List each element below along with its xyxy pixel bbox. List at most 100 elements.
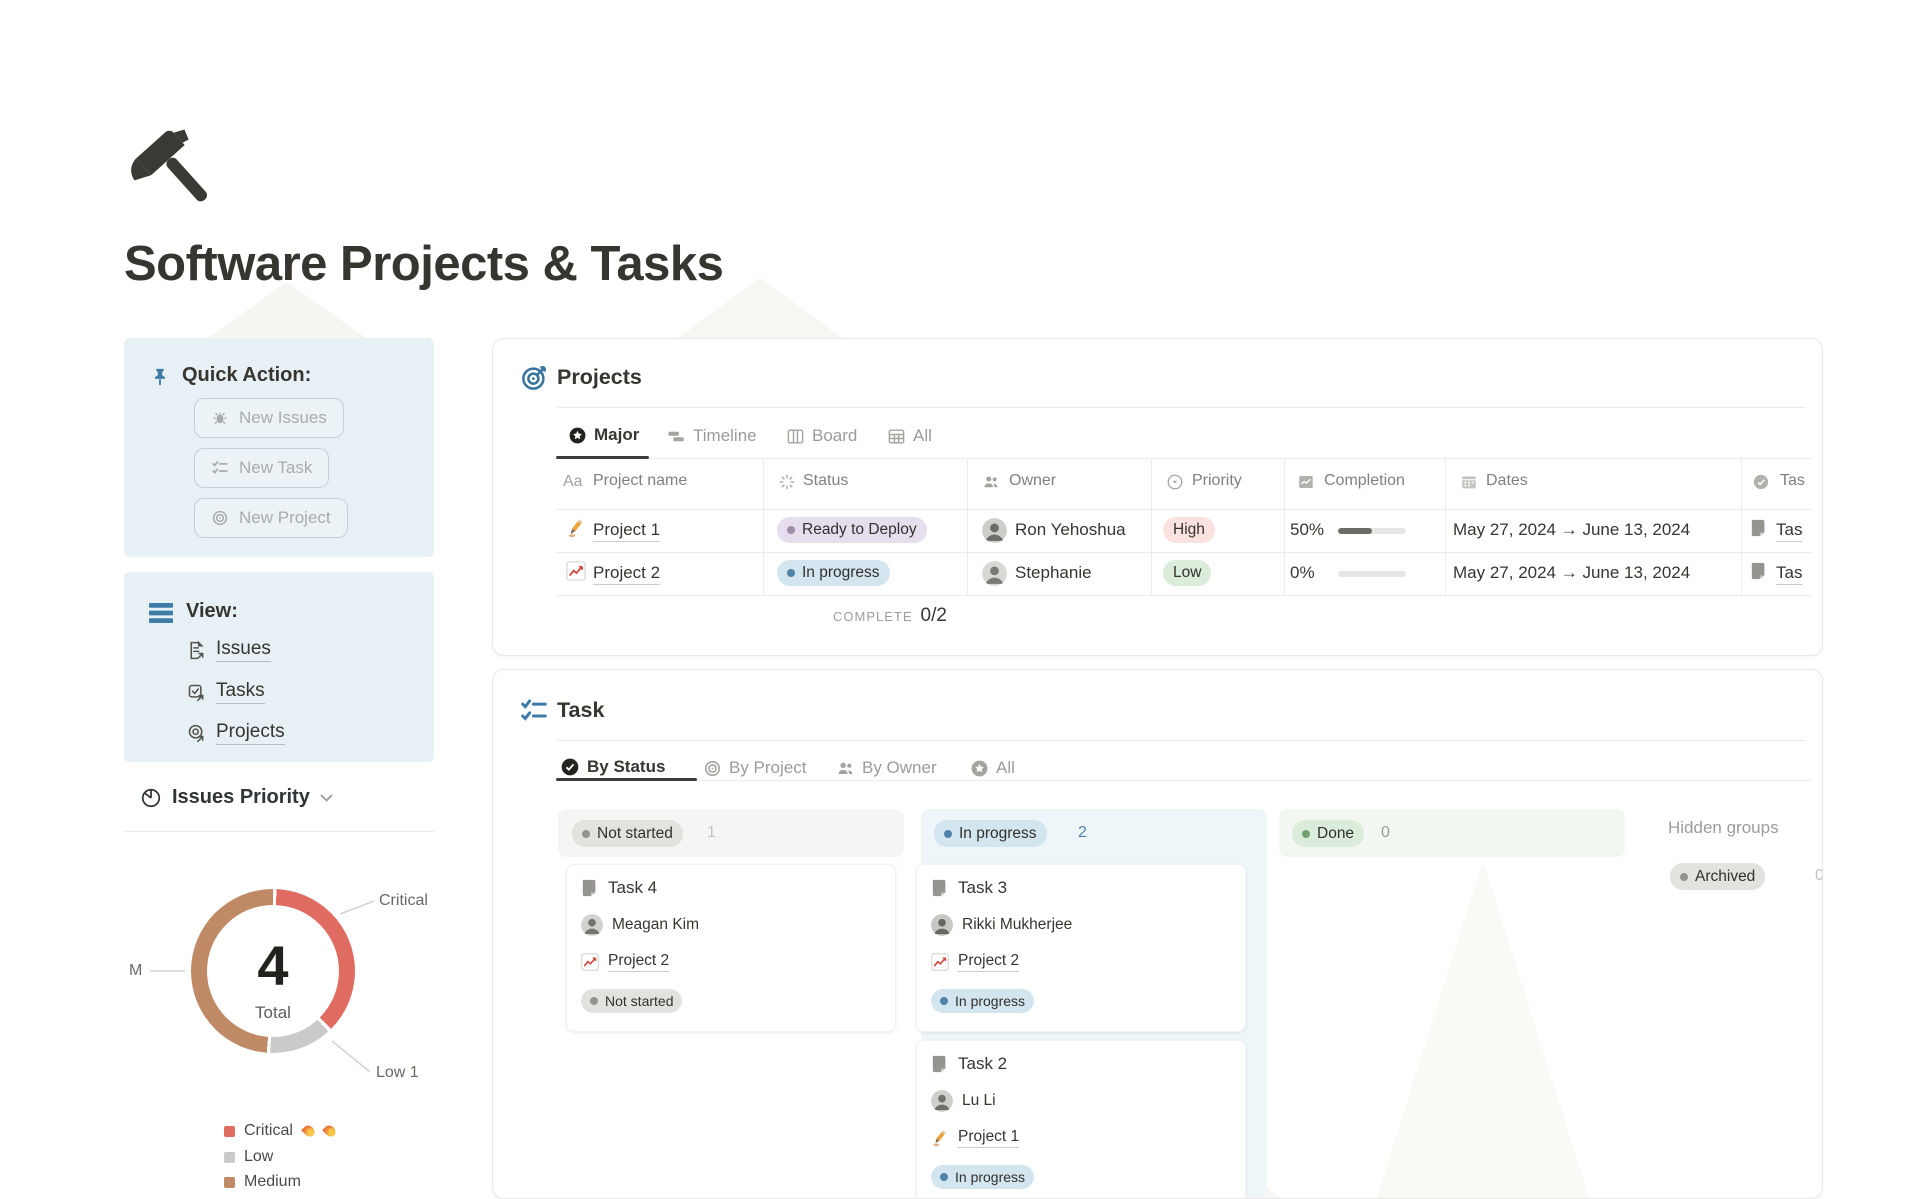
col-tasks[interactable]: Tas: [1780, 472, 1805, 490]
flame-icon: [301, 1123, 317, 1139]
status-pill[interactable]: Ready to Deploy: [777, 517, 927, 543]
task-card[interactable]: Task 4 Meagan Kim Project 2 Not started: [566, 864, 896, 1032]
page-icon: [581, 878, 599, 898]
sidebar-link-issues[interactable]: Issues: [186, 638, 271, 662]
task-project-link[interactable]: Project 2: [958, 952, 1019, 972]
col-completion[interactable]: Completion: [1324, 472, 1405, 490]
avatar: [982, 518, 1007, 543]
task-relation-link[interactable]: Tas: [1776, 563, 1802, 585]
sidebar-link-projects[interactable]: Projects: [186, 721, 285, 745]
tab-all[interactable]: All: [970, 758, 1015, 778]
tab-all-label: All: [913, 426, 932, 446]
task-card-title[interactable]: Task 3: [958, 878, 1007, 898]
chevron-down-icon: [320, 794, 333, 802]
tab-timeline[interactable]: Timeline: [667, 426, 757, 446]
column-header-in-progress[interactable]: In progress: [934, 820, 1047, 847]
tab-board[interactable]: Board: [786, 426, 857, 446]
priority-icon: [1166, 473, 1184, 491]
donut-label-medium: M: [129, 962, 142, 980]
legend-item-low: Low: [224, 1148, 273, 1166]
quick-action-callout: Quick Action: New Issues New Task New: [124, 338, 434, 557]
completion-value: 0%: [1290, 563, 1315, 583]
page-icon: [1750, 561, 1768, 581]
checklist-icon: [519, 696, 549, 726]
task-card-title[interactable]: Task 4: [608, 878, 657, 898]
col-owner[interactable]: Owner: [1009, 472, 1056, 490]
project-link[interactable]: Project 1: [593, 520, 660, 542]
issues-priority-label: Issues Priority: [172, 786, 310, 809]
column-count: 0: [1381, 824, 1390, 842]
new-task-button[interactable]: New Task: [194, 448, 329, 488]
tab-by-project-label: By Project: [729, 758, 806, 778]
column-count: 2: [1078, 824, 1087, 842]
menu-icon: [149, 603, 173, 623]
task-card-title[interactable]: Task 2: [958, 1054, 1007, 1074]
status-dot: [590, 997, 598, 1005]
tab-all[interactable]: All: [887, 426, 932, 446]
page-icon: [931, 1054, 949, 1074]
legend-swatch-medium: [224, 1177, 235, 1188]
tasks-link-label: Tasks: [216, 680, 265, 704]
chart-increasing-icon: [931, 953, 949, 971]
owner-name[interactable]: Ron Yehoshua: [1015, 520, 1126, 540]
col-project-name[interactable]: Project name: [593, 472, 687, 490]
page-title: Software Projects & Tasks: [124, 236, 723, 292]
task-card[interactable]: Task 2 Lu Li Project 1 I: [916, 1040, 1246, 1199]
task-owner: Meagan Kim: [612, 916, 699, 934]
status-burst-icon: [778, 473, 796, 491]
status-pill[interactable]: In progress: [777, 560, 890, 586]
completion-chart-icon: [1297, 473, 1315, 491]
status-dot: [787, 569, 795, 577]
avatar: [982, 561, 1007, 586]
complete-value: 0/2: [921, 605, 947, 627]
dates-value[interactable]: May 27, 2024 → June 13, 2024: [1453, 520, 1690, 540]
task-project-link[interactable]: Project 2: [608, 952, 669, 972]
tab-by-status[interactable]: By Status: [560, 757, 665, 777]
priority-pill[interactable]: High: [1163, 517, 1215, 543]
status-dot: [940, 1173, 948, 1181]
target-icon: [211, 509, 229, 527]
dates-value[interactable]: May 27, 2024 → June 13, 2024: [1453, 563, 1690, 583]
avatar: [931, 914, 953, 936]
task-project-link[interactable]: Project 1: [958, 1128, 1019, 1148]
page: Software Projects & Tasks Quick Action: …: [0, 0, 1920, 1199]
tabs-divider: [556, 458, 1812, 459]
column-header-not-started[interactable]: Not started: [572, 820, 683, 847]
issues-priority-toggle[interactable]: Issues Priority: [140, 786, 333, 809]
col-status[interactable]: Status: [803, 472, 848, 490]
legend-item-critical: Critical: [224, 1122, 335, 1140]
archived-label: Archived: [1695, 868, 1755, 886]
new-task-label: New Task: [239, 458, 312, 478]
task-relation-link[interactable]: Tas: [1776, 520, 1802, 542]
column-label: Not started: [597, 825, 673, 843]
task-card[interactable]: Task 3 Rikki Mukherjee Project 2 In prog…: [916, 864, 1246, 1032]
col-priority[interactable]: Priority: [1192, 472, 1242, 490]
legend-item-medium: Medium: [224, 1173, 301, 1191]
tab-by-owner[interactable]: By Owner: [836, 758, 937, 778]
timeline-icon: [667, 427, 686, 446]
new-project-button[interactable]: New Project: [194, 498, 348, 538]
new-issues-button[interactable]: New Issues: [194, 398, 344, 438]
priority-pill[interactable]: Low: [1163, 560, 1211, 586]
priority-label: Low: [1173, 564, 1201, 582]
new-project-label: New Project: [239, 508, 331, 528]
legend-swatch-low: [224, 1152, 235, 1163]
column-header-done[interactable]: Done: [1292, 820, 1364, 847]
issues-link-label: Issues: [216, 638, 271, 662]
owner-name[interactable]: Stephanie: [1015, 563, 1092, 583]
project-link[interactable]: Project 2: [593, 563, 660, 585]
status-label: Not started: [605, 993, 673, 1009]
tab-major[interactable]: Major: [568, 425, 639, 445]
tab-all-label: All: [996, 758, 1015, 778]
hidden-group-archived[interactable]: Archived: [1670, 863, 1765, 890]
progress-bar: [1338, 528, 1406, 534]
legend-label-critical: Critical: [244, 1122, 293, 1140]
col-dates[interactable]: Dates: [1486, 472, 1528, 490]
chart-increasing-icon: [566, 561, 586, 581]
tab-by-project[interactable]: By Project: [703, 758, 806, 778]
table-footer-calc[interactable]: COMPLETE 0/2: [833, 605, 947, 627]
sidebar-link-tasks[interactable]: Tasks: [186, 680, 265, 704]
avatar: [931, 1090, 953, 1112]
bug-icon: [211, 409, 229, 427]
tab-timeline-label: Timeline: [693, 426, 757, 446]
